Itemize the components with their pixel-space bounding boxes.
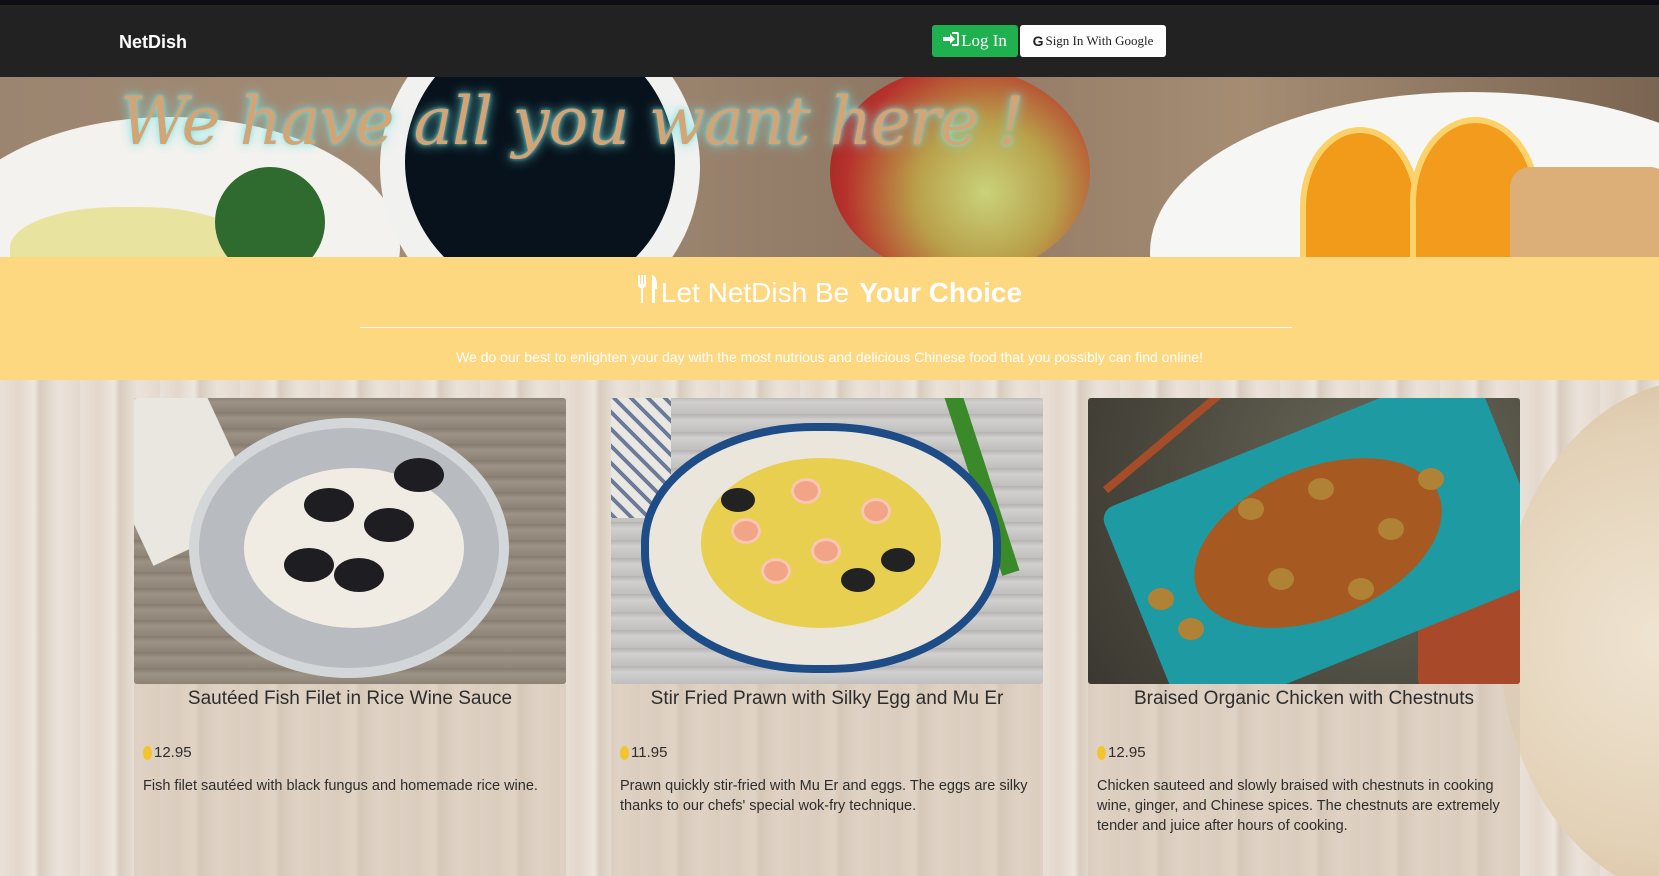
dish-image[interactable] [611, 398, 1043, 684]
hero-title: We have all you want here ! [120, 83, 1024, 160]
coin-icon [1097, 745, 1106, 760]
dish-description: Prawn quickly stir-fried with Mu Er and … [620, 778, 1028, 814]
dish-price: 12.95 [143, 744, 192, 761]
login-label: Log In [961, 31, 1007, 50]
login-button[interactable]: Log In [932, 25, 1018, 57]
intro-banner: Let NetDish Be Your Choice We do our bes… [0, 257, 1659, 380]
banner-divider [360, 327, 1292, 328]
menu-section: Sautéed Fish Filet in Rice Wine Sauce 12… [0, 380, 1659, 876]
dish-name: Braised Organic Chicken with Chestnuts [1133, 688, 1475, 709]
google-signin-button[interactable]: G Sign In With Google [1020, 25, 1166, 57]
brand-logo[interactable]: NetDish [119, 32, 187, 53]
dish-image[interactable] [1088, 398, 1520, 684]
dish-card[interactable]: Sautéed Fish Filet in Rice Wine Sauce 12… [134, 398, 566, 876]
dish-name: Stir Fried Prawn with Silky Egg and Mu E… [650, 688, 1004, 709]
hero-toast-image [1510, 167, 1659, 257]
dish-card[interactable]: Stir Fried Prawn with Silky Egg and Mu E… [611, 398, 1043, 876]
hero-banner: We have all you want here ! [0, 77, 1659, 257]
dish-image[interactable] [134, 398, 566, 684]
utensils-icon [637, 275, 659, 310]
google-icon: G [1032, 33, 1044, 49]
dish-name: Sautéed Fish Filet in Rice Wine Sauce [187, 688, 513, 709]
dish-description: Chicken sauteed and slowly braised with … [1097, 778, 1500, 834]
sign-in-icon [943, 31, 960, 51]
dish-price-value: 12.95 [1108, 744, 1146, 761]
bread-background-image [1500, 380, 1659, 876]
dish-description: Fish filet sautéed with black fungus and… [143, 778, 538, 794]
banner-title-plain: Let NetDish Be [660, 276, 850, 308]
dish-card[interactable]: Braised Organic Chicken with Chestnuts 1… [1088, 398, 1520, 876]
navbar: NetDish Log In G Sign In With Google [0, 0, 1659, 77]
google-signin-label: Sign In With Google [1045, 33, 1154, 48]
banner-title: Let NetDish Be Your Choice [0, 275, 1659, 310]
dish-price-value: 12.95 [154, 744, 192, 761]
dish-price: 11.95 [620, 744, 667, 761]
banner-tagline: We do our best to enlighten your day wit… [456, 349, 1203, 365]
coin-icon [620, 745, 629, 760]
banner-title-bold: Your Choice [859, 276, 1023, 308]
dish-price: 12.95 [1097, 744, 1146, 761]
coin-icon [143, 745, 152, 760]
dish-price-value: 11.95 [631, 744, 668, 761]
